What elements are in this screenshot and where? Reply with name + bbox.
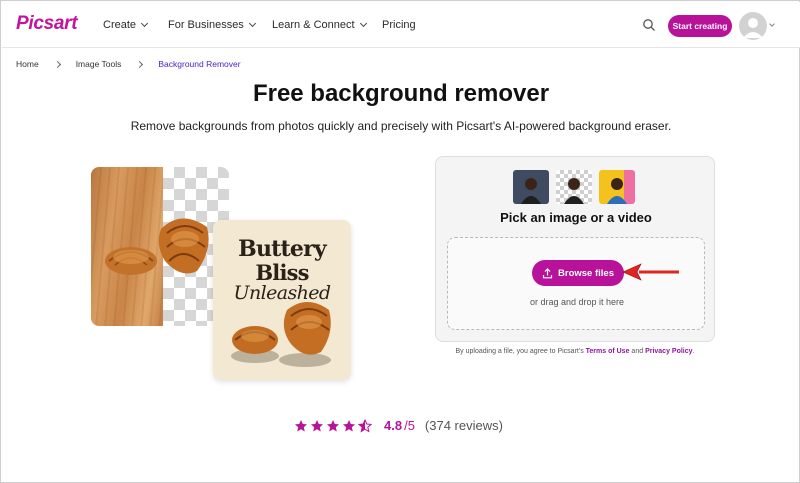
poster-line: Buttery [238, 236, 326, 262]
rating: 4.8/5 (374 reviews) [294, 418, 503, 433]
chevron-right-icon [136, 60, 144, 68]
chevron-down-icon[interactable] [769, 21, 775, 27]
legal-prefix: By uploading a file, you agree to Picsar… [455, 348, 586, 355]
half-star-icon [358, 418, 372, 433]
breadcrumb: Home Image Tools Background Remover [16, 59, 241, 69]
rating-score: 4.8 [384, 418, 403, 433]
nav-for-businesses[interactable]: For Businesses [168, 19, 256, 31]
browse-files-button[interactable]: Browse files [532, 260, 624, 286]
example-thumbnails [513, 170, 635, 204]
star-icon [295, 419, 307, 431]
nav-learn-connect[interactable]: Learn & Connect [272, 19, 367, 31]
nav-pricing[interactable]: Pricing [382, 19, 416, 31]
poster-image: Buttery Bliss Unleashed [213, 220, 351, 380]
browse-files-label: Browse files [558, 267, 614, 279]
croissant-image [279, 302, 331, 367]
user-avatar-icon[interactable] [739, 12, 767, 40]
top-navigation-bar: Picsart Create For Businesses Learn & Co… [2, 2, 800, 48]
chevron-down-icon [248, 19, 256, 28]
drag-drop-hint: or drag and drop it here [529, 297, 625, 307]
file-drop-zone[interactable]: Browse files or drag and drop it here [447, 237, 705, 330]
rating-max: /5 [404, 418, 415, 433]
browser-page: Picsart Create For Businesses Learn & Co… [0, 0, 800, 483]
chevron-right-icon [53, 60, 61, 68]
legal-suffix: . [692, 348, 695, 355]
example-thumbnail-removed [556, 170, 592, 204]
upload-icon [542, 267, 553, 278]
picsart-logo[interactable]: Picsart [16, 13, 78, 35]
star-icon [327, 419, 339, 431]
breadcrumb-image-tools[interactable]: Image Tools [76, 59, 122, 69]
legal-and: and [629, 348, 646, 355]
star-icon [343, 419, 355, 431]
red-arrow-annotation [622, 263, 679, 281]
upload-card: Pick an image or a video Browse files or… [435, 156, 715, 342]
chevron-down-icon [140, 19, 149, 28]
start-creating-button[interactable]: Start creating [668, 15, 732, 37]
breadcrumb-home[interactable]: Home [16, 59, 39, 69]
example-thumbnail-new-background [599, 170, 635, 204]
page-title: Free background remover [252, 80, 550, 107]
page-subtitle: Remove backgrounds from photos quickly a… [130, 119, 672, 133]
croissant-image [158, 218, 209, 274]
upload-terms-notice: By uploading a file, you agree to Picsar… [435, 348, 715, 355]
nav-create-label: Create [103, 19, 137, 31]
terms-of-use-link[interactable]: Terms of Use [586, 348, 630, 355]
review-count: (374 reviews) [424, 418, 503, 433]
search-icon[interactable] [642, 18, 656, 32]
nav-pricing-label: Pricing [382, 19, 416, 31]
nav-learn-connect-label: Learn & Connect [272, 19, 355, 31]
chevron-down-icon [359, 19, 367, 28]
star-icon [311, 419, 323, 431]
breadcrumb-current: Background Remover [158, 59, 241, 69]
example-thumbnail-original [513, 170, 549, 204]
nav-for-businesses-label: For Businesses [168, 19, 244, 31]
pick-media-title: Pick an image or a video [500, 210, 652, 225]
nav-create[interactable]: Create [103, 19, 149, 31]
privacy-policy-link[interactable]: Privacy Policy [645, 348, 692, 355]
